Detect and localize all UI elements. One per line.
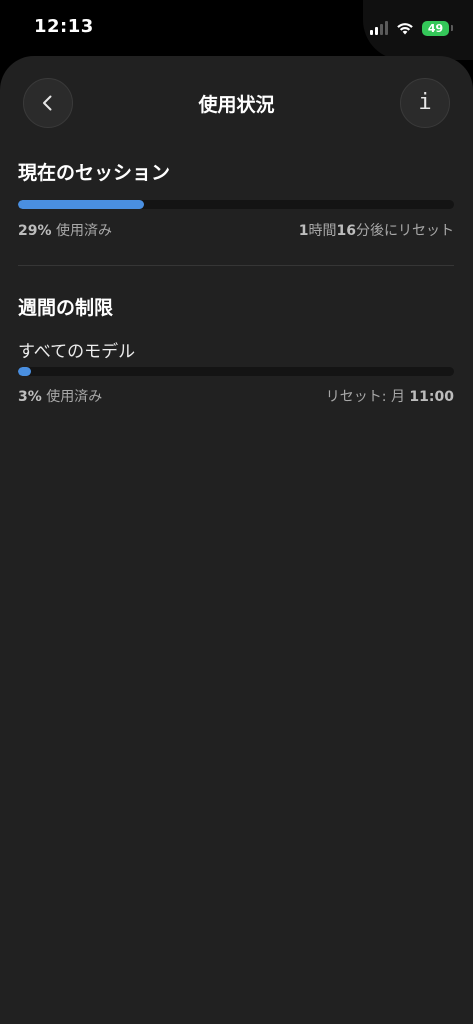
reset-minutes: 16 bbox=[336, 223, 356, 239]
weekly-progress-fill bbox=[18, 367, 32, 376]
status-indicators: 49 bbox=[370, 18, 453, 38]
cellular-signal-icon bbox=[370, 21, 388, 35]
battery-cap bbox=[451, 25, 453, 31]
wifi-icon bbox=[397, 23, 413, 35]
battery-level: 49 bbox=[427, 21, 444, 35]
current-session-percent: 29% bbox=[18, 223, 52, 239]
usage-sheet: 使用状況 i 現在のセッション 29% 使用済み 1時間16分後にリセット 週間… bbox=[0, 56, 473, 1024]
model-label: すべてのモデル bbox=[18, 342, 136, 362]
current-session-progress-fill bbox=[18, 200, 145, 209]
weekly-percent: 3% bbox=[18, 389, 42, 405]
current-session-progress bbox=[18, 200, 454, 209]
status-bar: 12:13 49 bbox=[0, 0, 473, 56]
weekly-reset-label: リセット: 月 bbox=[325, 389, 410, 405]
info-icon: i bbox=[418, 90, 432, 115]
weekly-progress bbox=[18, 367, 454, 376]
weekly-limit-title: 週間の制限 bbox=[18, 297, 114, 319]
weekly-used-label: 使用済み bbox=[41, 389, 103, 405]
status-time: 12:13 bbox=[34, 16, 94, 37]
current-session-reset: 1時間16分後にリセット bbox=[299, 220, 454, 240]
usage-screen: 12:13 49 使用状況 i 現在のセッション 29% 使用済み 1時間16分… bbox=[0, 0, 473, 1024]
battery-charging-icon: 49 bbox=[422, 20, 449, 36]
section-divider bbox=[18, 265, 454, 266]
reset-hours: 1 bbox=[298, 223, 309, 239]
nav-bar: 使用状況 i bbox=[0, 76, 473, 130]
reset-hours-unit: 時間 bbox=[308, 223, 337, 239]
current-session-title: 現在のセッション bbox=[18, 162, 171, 184]
weekly-reset-time: 11:00 bbox=[409, 389, 454, 405]
weekly-reset: リセット: 月 11:00 bbox=[326, 386, 454, 406]
weekly-usage: 3% 使用済み bbox=[18, 386, 102, 406]
current-session-usage: 29% 使用済み bbox=[18, 220, 112, 240]
reset-minutes-unit: 分後にリセット bbox=[356, 223, 454, 239]
current-session-used-label: 使用済み bbox=[51, 223, 112, 239]
info-button[interactable]: i bbox=[400, 78, 450, 128]
